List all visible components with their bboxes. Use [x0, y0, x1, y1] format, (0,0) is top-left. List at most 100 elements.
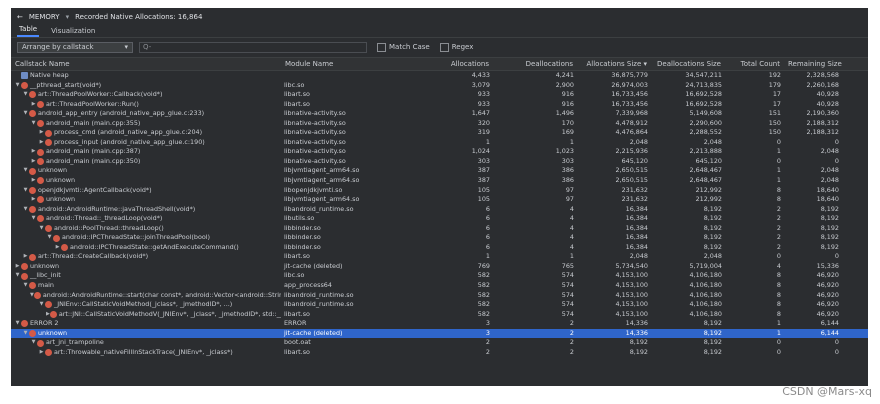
cell-value: 2,188,312: [806, 128, 839, 137]
collapse-triangle-icon[interactable]: ▶: [30, 176, 37, 186]
callstack-cell: ▼ art::ThreadPoolWorker::Callback(void*): [11, 90, 281, 100]
table-row[interactable]: ▼ android_main (main.cpp:355) libnative-ac…: [11, 119, 868, 129]
expand-triangle-icon[interactable]: ▼: [30, 119, 37, 129]
table-row[interactable]: ▼ android_app_entry (android_native_app_g…: [11, 109, 868, 119]
expand-triangle-icon[interactable]: ▼: [30, 338, 37, 348]
column-header-allocations[interactable]: Allocations: [411, 60, 493, 68]
table-row[interactable]: ▼ android::IPCThreadState::joinThreadPool…: [11, 233, 868, 243]
table-row[interactable]: ▶ art::Throwable_nativeFillInStackTrace(_…: [11, 348, 868, 358]
tab-table[interactable]: Table: [17, 25, 40, 37]
module-name: boot.oat: [284, 338, 311, 347]
table-row[interactable]: ▼ art::ThreadPoolWorker::Callback(void*) l…: [11, 90, 868, 100]
remaining-size-cell: 46,920: [784, 310, 842, 320]
table-row[interactable]: ▶ art::JNI::CallStaticVoidMethodV(_JNIEnv…: [11, 310, 868, 320]
table-row[interactable]: ▼ android::PoolThread::threadLoop() libbin…: [11, 224, 868, 234]
total-count-cell: 1: [725, 329, 784, 339]
column-header-deallocations[interactable]: Deallocations: [493, 60, 577, 68]
expand-triangle-icon[interactable]: ▼: [38, 224, 45, 234]
table-row[interactable]: ▶ process_input (android_native_app_glue.…: [11, 138, 868, 148]
callstack-cell: ▶ android_main (main.cpp:350): [11, 157, 281, 167]
table-row[interactable]: ▼ openjdkjvmti::AgentCallback(void*) libop…: [11, 186, 868, 196]
allocations-size-cell: 4,476,864: [577, 128, 651, 138]
match-case-checkbox[interactable]: Match Case: [377, 42, 430, 52]
expand-triangle-icon[interactable]: ▼: [22, 90, 29, 100]
column-header-callstack[interactable]: Callstack Name: [11, 60, 281, 68]
deallocations-size-cell: 8,192: [651, 224, 725, 234]
filter-input[interactable]: Q-: [139, 41, 367, 53]
collapse-triangle-icon[interactable]: ▶: [30, 195, 37, 205]
chevron-down-icon[interactable]: ▾: [66, 13, 70, 21]
table-row[interactable]: ▶ art::Thread::CreateCallback(void*) libar…: [11, 252, 868, 262]
allocations-size-cell: 16,384: [577, 205, 651, 215]
collapse-triangle-icon[interactable]: ▶: [30, 100, 37, 110]
table-row[interactable]: ▶ android::IPCThreadState::getAndExecuteC…: [11, 243, 868, 253]
expand-triangle-icon[interactable]: ▼: [38, 300, 45, 310]
table-row[interactable]: ▶ process_cmd (android_native_app_glue.c:…: [11, 128, 868, 138]
expand-triangle-icon[interactable]: ▼: [14, 319, 21, 329]
expand-triangle-icon[interactable]: ▼: [22, 329, 29, 339]
cell-value: 1: [776, 166, 781, 175]
method-icon: [21, 320, 28, 328]
expand-triangle-icon[interactable]: ▼: [14, 81, 21, 91]
callstack-cell: ▶ art::Throwable_nativeFillInStackTrace(_…: [11, 348, 281, 358]
total-count-cell: 8: [725, 281, 784, 291]
expand-triangle-icon[interactable]: ▼: [22, 281, 29, 291]
collapse-triangle-icon[interactable]: ▶: [22, 252, 29, 262]
table-row[interactable]: ▼ unknown jit-cache (deleted) 3 2 14,336 8,192…: [11, 328, 868, 339]
profile-type-label[interactable]: MEMORY: [29, 13, 60, 21]
column-header-total-count[interactable]: Total Count: [725, 60, 784, 68]
expand-triangle-icon[interactable]: ▼: [30, 214, 37, 224]
expand-triangle-icon[interactable]: ▼: [22, 109, 29, 119]
allocations-size-cell: 2,048: [577, 252, 651, 262]
collapse-triangle-icon[interactable]: ▶: [38, 138, 45, 148]
table-row[interactable]: ▼ __pthread_start(void*) libc.so 3,079 2,900…: [11, 81, 868, 91]
table-row[interactable]: Native heap 4,433 4,241 36,875,779 34,547,21…: [11, 71, 868, 81]
collapse-triangle-icon[interactable]: ▶: [14, 262, 21, 272]
expand-triangle-icon[interactable]: ▼: [22, 205, 29, 215]
cell-value: 4: [569, 214, 574, 223]
table-row[interactable]: ▼ _JNIEnv::CallStaticVoidMethod(_jclass*,…: [11, 300, 868, 310]
column-header-module[interactable]: Module Name: [281, 60, 411, 68]
table-row[interactable]: ▼ ERROR 2 ERROR 3 2 14,336 8,192 1 6,144: [11, 319, 868, 329]
callstack-cell: ▶ art::JNI::CallStaticVoidMethodV(_JNIEnv…: [11, 310, 281, 320]
table-row[interactable]: ▶ android_main (main.cpp:387) libnative-ac…: [11, 147, 868, 157]
collapse-triangle-icon[interactable]: ▶: [30, 147, 37, 157]
deallocations-size-cell: 8,192: [651, 233, 725, 243]
column-header-deallocations-size[interactable]: Deallocations Size: [651, 60, 725, 68]
allocations-size-cell: 5,734,540: [577, 262, 651, 272]
expand-triangle-icon[interactable]: ▼: [46, 233, 53, 243]
collapse-triangle-icon[interactable]: ▶: [54, 243, 61, 253]
table-row[interactable]: ▼ android::AndroidRuntime::javaThreadShel…: [11, 205, 868, 215]
column-header-remaining-size[interactable]: Remaining Size: [784, 60, 842, 68]
cell-value: 2,048: [820, 166, 839, 175]
expand-triangle-icon[interactable]: ▼: [22, 166, 29, 176]
table-row[interactable]: ▼ android::AndroidRuntime::start(char con…: [11, 291, 868, 301]
table-row[interactable]: ▼ main app_process64 582 574 4,153,100 4,106,1…: [11, 281, 868, 291]
collapse-triangle-icon[interactable]: ▶: [38, 348, 45, 358]
allocations-cell: 105: [411, 195, 493, 205]
table-row[interactable]: ▼ __libc_init libc.so 582 574 4,153,100 4,106,…: [11, 271, 868, 281]
cell-value: 1: [776, 147, 781, 156]
table-row[interactable]: ▶ art::ThreadPoolWorker::Run() libart.so 93…: [11, 100, 868, 110]
collapse-triangle-icon[interactable]: ▶: [30, 157, 37, 167]
table-row[interactable]: ▼ android::Thread::_threadLoop(void*) libu…: [11, 214, 868, 224]
back-arrow-icon[interactable]: ←: [17, 13, 23, 21]
expand-triangle-icon[interactable]: ▼: [14, 271, 21, 281]
table-row[interactable]: ▶ android_main (main.cpp:350) libnative-ac…: [11, 157, 868, 167]
callstack-cell: ▼ unknown: [11, 329, 281, 339]
regex-checkbox[interactable]: Regex: [439, 42, 473, 52]
allocations-size-cell: 36,875,779: [577, 71, 651, 81]
callstack-cell: ▼ _JNIEnv::CallStaticVoidMethod(_jclass*,…: [11, 300, 281, 310]
remaining-size-cell: 46,920: [784, 271, 842, 281]
table-row[interactable]: ▶ unknown libjvmtiagent_arm64.so 105 97 231,6…: [11, 195, 868, 205]
table-row[interactable]: ▼ art_jni_trampoline boot.oat 2 2 8,192 8,192 0…: [11, 338, 868, 348]
tab-visualization[interactable]: Visualization: [49, 27, 97, 37]
expand-triangle-icon[interactable]: ▼: [22, 186, 29, 196]
remaining-size-cell: 2,048: [784, 147, 842, 157]
arrange-by-select[interactable]: Arrange by callstack ▾: [17, 41, 133, 53]
collapse-triangle-icon[interactable]: ▶: [38, 128, 45, 138]
table-row[interactable]: ▶ unknown jit-cache (deleted) 769 765 5,734,5…: [11, 262, 868, 272]
column-header-allocations-size[interactable]: Allocations Size ▾: [577, 60, 651, 68]
table-row[interactable]: ▶ unknown libjvmtiagent_arm64.so 387 386 2,65…: [11, 176, 868, 186]
table-row[interactable]: ▼ unknown libjvmtiagent_arm64.so 387 386 2,65…: [11, 166, 868, 176]
